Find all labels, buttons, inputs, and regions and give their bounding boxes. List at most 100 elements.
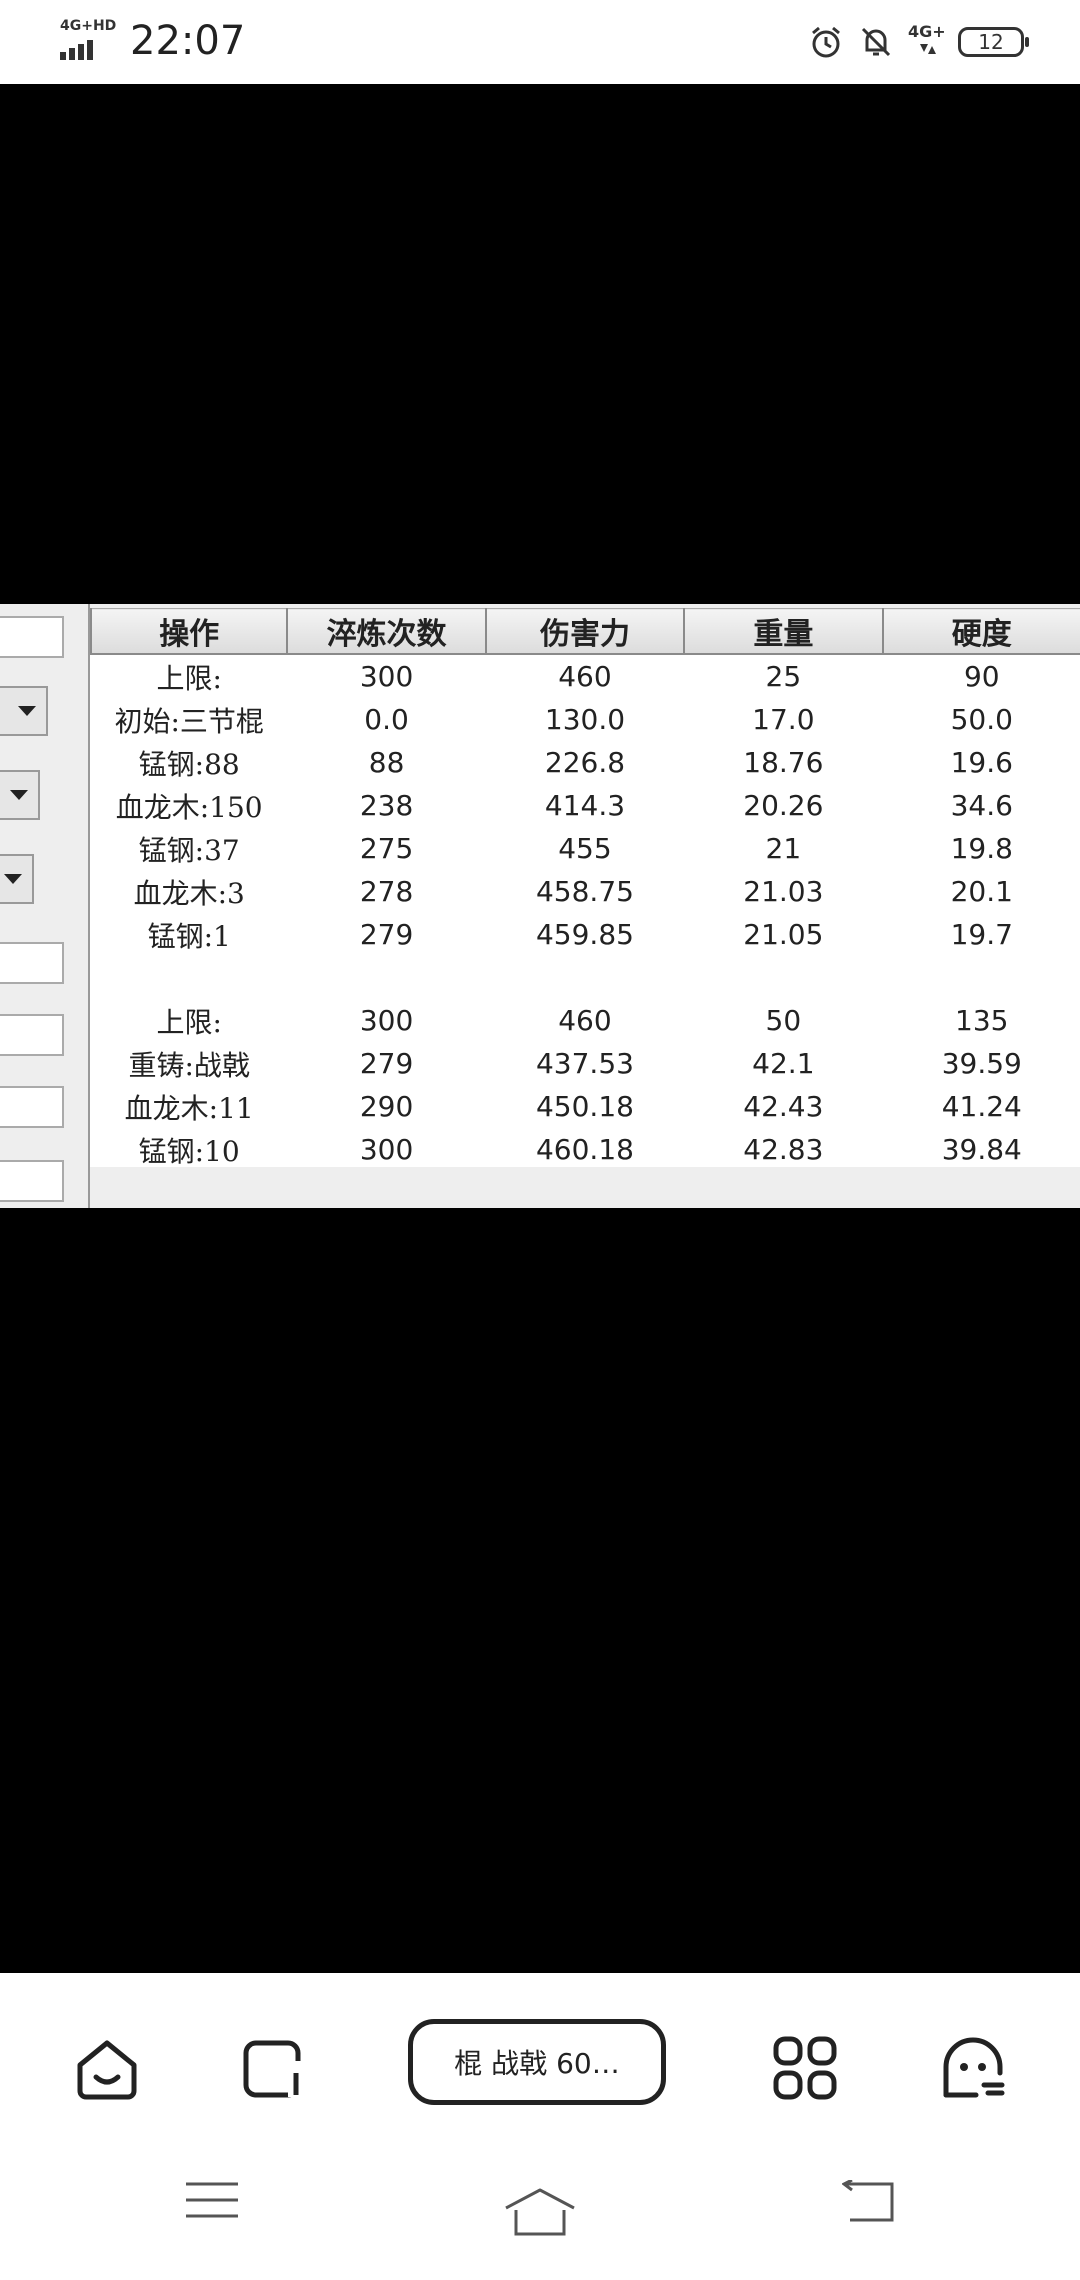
table-cell[interactable]: 50 [684,999,882,1042]
table-cell[interactable]: 上限: [91,999,287,1042]
text-field[interactable] [0,616,64,658]
table-cell[interactable] [287,956,485,999]
header-operation[interactable]: 操作 [89,608,289,655]
table-cell[interactable]: 455 [486,827,684,870]
table-cell[interactable]: 20.1 [883,870,1080,913]
apps-grid-icon[interactable] [770,2033,840,2103]
data-table-panel: 操作 淬炼次数 伤害力 重量 硬度 上限: 300 460 25 90 初始:三节棍 0.0… [88,604,1080,1208]
table-cell[interactable]: 41.24 [883,1085,1080,1128]
text-field[interactable] [0,1014,64,1056]
dropdown[interactable] [0,686,48,736]
header-damage[interactable]: 伤害力 [484,608,686,655]
table-cell[interactable]: 锰钢:88 [91,741,287,784]
table-cell[interactable]: 90 [883,654,1080,698]
table-cell[interactable]: 锰钢:1 [91,913,287,956]
assistant-icon[interactable] [938,2033,1008,2103]
menu-icon[interactable] [184,2180,240,2220]
table-cell[interactable]: 0.0 [287,698,485,741]
table-row[interactable]: 血龙木:150 238 414.3 20.26 34.6 [91,784,1080,827]
table-cell[interactable]: 300 [287,654,485,698]
chevron-down-icon [4,874,22,884]
table-cell[interactable]: 238 [287,784,485,827]
table-cell[interactable]: 上限: [91,654,287,698]
dropdown[interactable] [0,854,34,904]
table-cell[interactable]: 300 [287,999,485,1042]
table-cell[interactable]: 20.26 [684,784,882,827]
table-row[interactable]: 血龙木:3 278 458.75 21.03 20.1 [91,870,1080,913]
table-cell[interactable]: 275 [287,827,485,870]
table-cell[interactable]: 21.03 [684,870,882,913]
table-row[interactable]: 上限: 300 460 25 90 [91,654,1080,698]
table-cell[interactable]: 459.85 [486,913,684,956]
header-hardness[interactable]: 硬度 [881,608,1080,655]
current-task-pill[interactable]: 棍 战戟 60… [408,2019,666,2105]
table-cell[interactable]: 300 [287,1128,485,1171]
table-cell[interactable]: 19.8 [883,827,1080,870]
text-field[interactable] [0,1086,64,1128]
table-row[interactable]: 初始:三节棍 0.0 130.0 17.0 50.0 [91,698,1080,741]
table-cell[interactable]: 血龙木:3 [91,870,287,913]
table-cell[interactable]: 21 [684,827,882,870]
table-cell[interactable] [684,956,882,999]
table-cell[interactable]: 414.3 [486,784,684,827]
table-cell[interactable] [486,956,684,999]
table-cell[interactable]: 42.43 [684,1085,882,1128]
table-cell[interactable]: 42.83 [684,1128,882,1171]
table-cell[interactable]: 19.7 [883,913,1080,956]
table-cell[interactable]: 重铸:战戟 [91,1042,287,1085]
table-cell[interactable]: 88 [287,741,485,784]
table-cell[interactable]: 血龙木:150 [91,784,287,827]
table-cell[interactable]: 290 [287,1085,485,1128]
table-cell[interactable]: 458.75 [486,870,684,913]
table-cell[interactable]: 21.05 [684,913,882,956]
table-cell[interactable]: 25 [684,654,882,698]
header-weight[interactable]: 重量 [683,608,884,655]
table-cell[interactable]: 226.8 [486,741,684,784]
chevron-down-icon [18,706,36,716]
table-cell[interactable]: 278 [287,870,485,913]
table-row[interactable]: 血龙木:11 290 450.18 42.43 41.24 [91,1085,1080,1128]
table-cell[interactable]: 39.59 [883,1042,1080,1085]
table-cell[interactable]: 460 [486,654,684,698]
table-cell[interactable]: 18.76 [684,741,882,784]
table-cell[interactable]: 279 [287,1042,485,1085]
black-area-top [0,84,1080,604]
table-row[interactable] [91,956,1080,999]
table-cell[interactable]: 17.0 [684,698,882,741]
table-row[interactable]: 锰钢:1 279 459.85 21.05 19.7 [91,913,1080,956]
table-row[interactable]: 上限: 300 460 50 135 [91,999,1080,1042]
back-icon[interactable] [842,2180,894,2222]
network-type: 4G+HD [60,18,117,34]
table-cell[interactable]: 130.0 [486,698,684,741]
table-cell[interactable]: 437.53 [486,1042,684,1085]
home-icon[interactable] [504,2188,576,2236]
table-cell[interactable]: 34.6 [883,784,1080,827]
table-cell[interactable]: 初始:三节棍 [91,698,287,741]
table-cell[interactable]: 锰钢:37 [91,827,287,870]
table-row[interactable]: 锰钢:37 275 455 21 19.8 [91,827,1080,870]
table-cell[interactable]: 135 [883,999,1080,1042]
text-field[interactable] [0,942,64,984]
table-cell[interactable]: 279 [287,913,485,956]
table-row[interactable]: 重铸:战戟 279 437.53 42.1 39.59 [91,1042,1080,1085]
table-cell[interactable]: 460.18 [486,1128,684,1171]
table-cell[interactable] [883,956,1080,999]
home-smile-icon[interactable] [72,2033,142,2103]
signal-icon: 4G+HD [60,18,120,60]
text-field[interactable] [0,1160,64,1202]
dropdown[interactable] [0,770,40,820]
table-cell[interactable]: 血龙木:11 [91,1085,287,1128]
table-cell[interactable]: 39.84 [883,1128,1080,1171]
table-cell[interactable] [91,956,287,999]
header-temper-count[interactable]: 淬炼次数 [286,608,487,655]
table-cell[interactable]: 50.0 [883,698,1080,741]
table-cell[interactable]: 19.6 [883,741,1080,784]
table-cell[interactable]: 450.18 [486,1085,684,1128]
alarm-icon [812,26,840,58]
table-cell[interactable]: 460 [486,999,684,1042]
table-cell[interactable]: 42.1 [684,1042,882,1085]
table-row[interactable]: 锰钢:10 300 460.18 42.83 39.84 [91,1128,1080,1171]
table-cell[interactable]: 锰钢:10 [91,1128,287,1171]
tabs-icon[interactable] [238,2033,308,2103]
table-row[interactable]: 锰钢:88 88 226.8 18.76 19.6 [91,741,1080,784]
